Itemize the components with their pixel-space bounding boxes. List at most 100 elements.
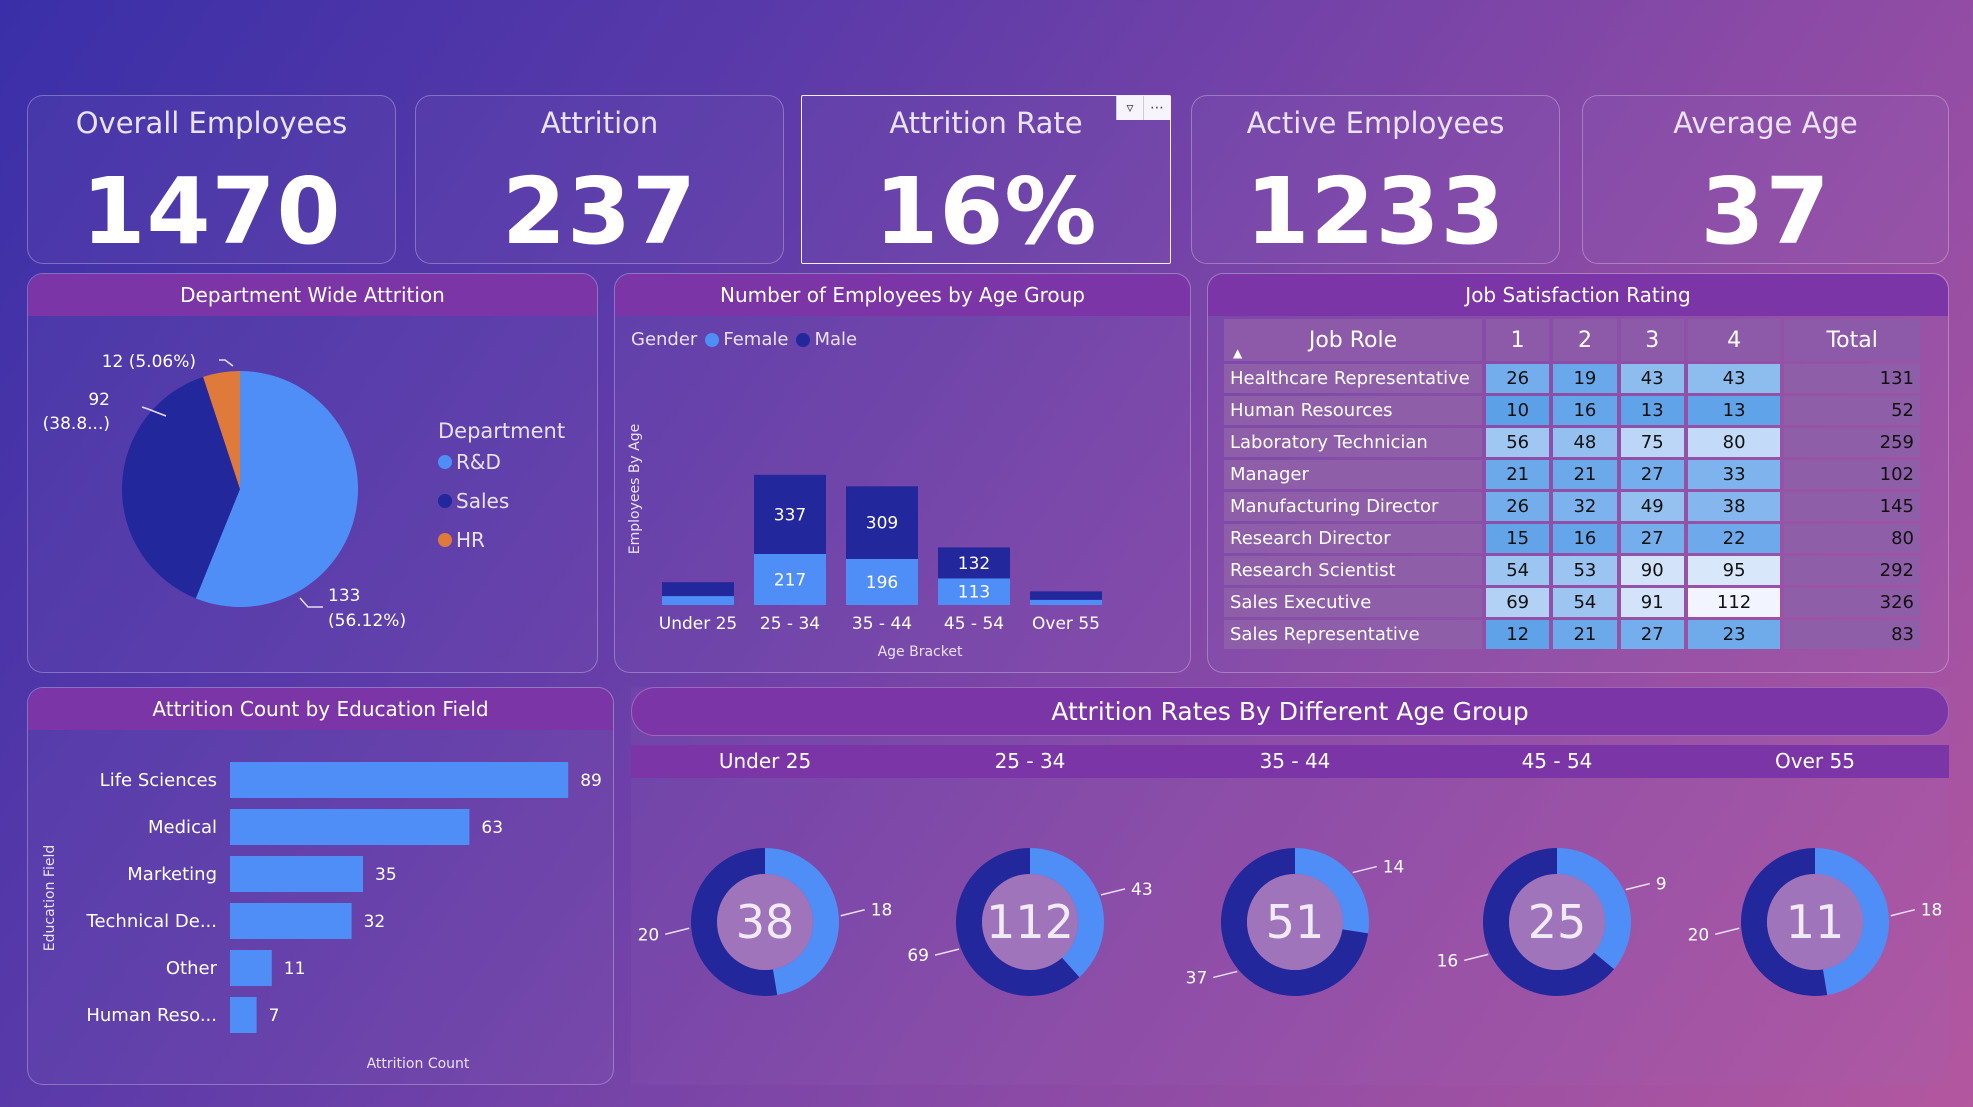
- kpi-card-average-age[interactable]: Average Age 37: [1582, 95, 1949, 265]
- cell-rating-2: 54: [1553, 588, 1617, 617]
- education-field-panel[interactable]: Attrition Count by Education Field Life …: [27, 687, 614, 1085]
- donut-data-label-dark: 16: [1437, 951, 1459, 971]
- table-row[interactable]: Research Director 15 16 27 22 80: [1224, 524, 1920, 553]
- table-row[interactable]: Manufacturing Director 26 32 49 38 145: [1224, 492, 1920, 521]
- cell-rating-1: 56: [1486, 428, 1550, 457]
- job-satisfaction-matrix[interactable]: Job Role 1 2 3 4 Total Healthcare Representat…: [1220, 316, 1924, 652]
- y-axis-label: Employees By Age: [627, 424, 643, 555]
- leader-line: [665, 927, 690, 936]
- cell-job-role: Human Resources: [1224, 396, 1482, 425]
- cell-job-role: Research Director: [1224, 524, 1482, 553]
- data-label-rd-pct: (56.12%): [328, 611, 406, 631]
- kpi-value: 1233: [1245, 158, 1506, 265]
- bar-data-label: 132: [958, 554, 990, 574]
- column-header-rating-4[interactable]: 4: [1687, 319, 1781, 361]
- legend-label: HR: [456, 528, 485, 552]
- cell-rating-2: 21: [1553, 460, 1617, 489]
- bar-female-4[interactable]: [1030, 599, 1102, 605]
- cell-rating-4: 95: [1687, 556, 1781, 585]
- age-group-donut-charts[interactable]: 38 20 18 112 69 43 51 37 14 25 16 9 11 20 18: [631, 782, 1949, 1082]
- cell-rating-1: 10: [1486, 396, 1550, 425]
- leader-line: [1890, 908, 1915, 917]
- cell-total: 131: [1784, 364, 1920, 393]
- cell-rating-3: 27: [1620, 460, 1684, 489]
- cell-total: 80: [1784, 524, 1920, 553]
- column-header-rating-1[interactable]: 1: [1486, 319, 1550, 361]
- cell-rating-3: 43: [1620, 364, 1684, 393]
- y-tick-label: Other: [166, 958, 218, 979]
- bar-5[interactable]: [230, 997, 257, 1033]
- bar-0[interactable]: [230, 762, 569, 798]
- legend-item-rd[interactable]: R&D: [438, 450, 501, 474]
- kpi-card-attrition[interactable]: Attrition 237: [415, 95, 784, 265]
- data-label-sales: 92: [88, 390, 110, 410]
- bar-female-0[interactable]: [662, 596, 734, 605]
- legend-dot: [438, 455, 452, 469]
- department-attrition-panel[interactable]: Department Wide Attrition 133 (56.12%) 92(…: [27, 273, 598, 673]
- donut-data-label-light: 43: [1131, 880, 1153, 900]
- donut-center-value: 25: [1528, 895, 1587, 949]
- cell-rating-3: 49: [1620, 492, 1684, 521]
- cell-rating-3: 27: [1620, 524, 1684, 553]
- cell-job-role: Sales Representative: [1224, 620, 1482, 649]
- kpi-card-active-employees[interactable]: Active Employees 1233: [1191, 95, 1560, 265]
- table-row[interactable]: Human Resources 10 16 13 13 52: [1224, 396, 1920, 425]
- cell-rating-2: 16: [1553, 396, 1617, 425]
- age-group-panel[interactable]: Number of Employees by Age Group Gender …: [614, 273, 1191, 673]
- cell-total: 292: [1784, 556, 1920, 585]
- y-tick-label: Life Sciences: [100, 770, 217, 791]
- legend-item-hr[interactable]: HR: [438, 528, 485, 552]
- department-pie-chart[interactable]: 133 (56.12%) 92 (38.8...) 12 (5.06%): [28, 274, 599, 674]
- x-tick-label: 35 - 44: [852, 614, 912, 634]
- table-row[interactable]: Research Scientist 54 53 90 95 292: [1224, 556, 1920, 585]
- kpi-label: Overall Employees: [75, 106, 348, 140]
- table-row[interactable]: Sales Representative 12 21 27 23 83: [1224, 620, 1920, 649]
- bar-male-0[interactable]: [662, 582, 734, 597]
- column-header-total[interactable]: Total: [1784, 319, 1920, 361]
- x-axis-label: Age Bracket: [878, 644, 963, 660]
- kpi-value: 1470: [81, 158, 342, 265]
- table-row[interactable]: Healthcare Representative 26 19 43 43 131: [1224, 364, 1920, 393]
- donut-data-label-dark: 37: [1186, 968, 1208, 988]
- cell-rating-1: 21: [1486, 460, 1550, 489]
- bar-4[interactable]: [230, 950, 272, 986]
- legend-item-sales[interactable]: Sales: [438, 489, 509, 513]
- bar-male-4[interactable]: [1030, 591, 1102, 600]
- cell-total: 102: [1784, 460, 1920, 489]
- legend-dot: [438, 533, 452, 547]
- y-tick-label: Technical De...: [86, 911, 217, 932]
- panel-title: Attrition Rates By Different Age Group: [631, 687, 1949, 736]
- donut-header-3: 45 - 54: [1521, 749, 1593, 773]
- donut-center-value: 11: [1786, 895, 1845, 949]
- legend-label: Sales: [456, 489, 510, 513]
- cell-rating-2: 19: [1553, 364, 1617, 393]
- sort-ascending-icon[interactable]: ▲: [1233, 346, 1242, 360]
- table-row[interactable]: Manager 21 21 27 33 102: [1224, 460, 1920, 489]
- leader-line: [1715, 927, 1740, 936]
- donut-center-value: 51: [1266, 895, 1325, 949]
- column-header-rating-3[interactable]: 3: [1620, 319, 1684, 361]
- cell-rating-1: 26: [1486, 492, 1550, 521]
- bar-data-label: 63: [481, 818, 503, 838]
- bar-2[interactable]: [230, 856, 363, 892]
- bar-data-label: 89: [580, 771, 602, 791]
- age-attrition-rates-panel[interactable]: Attrition Rates By Different Age Group U…: [631, 687, 1949, 1085]
- leader-line: [1464, 953, 1489, 962]
- column-header-job-role[interactable]: Job Role: [1224, 319, 1482, 361]
- column-header-rating-2[interactable]: 2: [1553, 319, 1617, 361]
- cell-total: 145: [1784, 492, 1920, 521]
- legend-dot: [438, 494, 452, 508]
- age-group-bar-chart[interactable]: Under 25 217 337 25 - 34 196 309 35 - 44 113 132…: [615, 274, 1192, 674]
- cell-rating-3: 13: [1620, 396, 1684, 425]
- kpi-card-overall-employees[interactable]: Overall Employees 1470: [27, 95, 396, 265]
- bar-1[interactable]: [230, 809, 470, 845]
- table-row[interactable]: Sales Executive 69 54 91 112 326: [1224, 588, 1920, 617]
- bar-3[interactable]: [230, 903, 352, 939]
- x-tick-label: 25 - 34: [760, 614, 820, 634]
- kpi-card-attrition-rate[interactable]: ▿ ⋯ Attrition Rate 16%: [801, 95, 1171, 265]
- job-satisfaction-panel[interactable]: Job Satisfaction Rating Job Role 1 2 3 4 Tota…: [1207, 273, 1949, 673]
- education-bar-chart[interactable]: Life Sciences 89 Medical 63 Marketing 35 Techn…: [28, 688, 615, 1086]
- y-tick-label: Human Reso...: [86, 1005, 217, 1026]
- leader-line: [1625, 882, 1650, 891]
- table-row[interactable]: Laboratory Technician 56 48 75 80 259: [1224, 428, 1920, 457]
